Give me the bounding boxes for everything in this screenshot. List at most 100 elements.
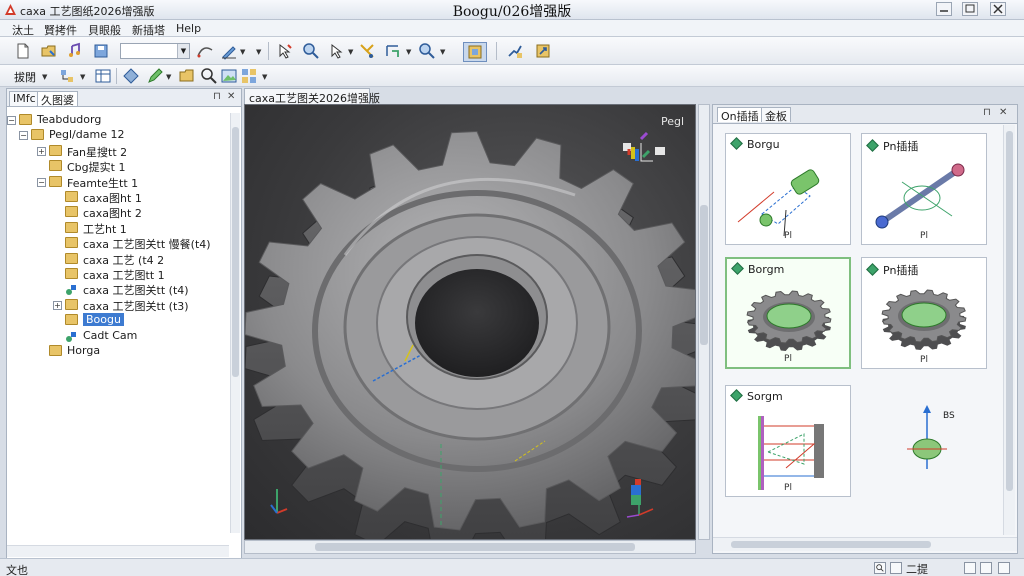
diamond-icon[interactable] — [122, 67, 140, 85]
tree-item-label: Cbg提实t 1 — [67, 161, 126, 175]
expand-icon[interactable]: + — [53, 300, 62, 310]
collapse-icon[interactable]: − — [7, 116, 16, 125]
scrollbar-thumb[interactable] — [700, 205, 708, 345]
layout-toggle-button[interactable] — [463, 42, 487, 62]
minus-box[interactable] — [964, 562, 976, 574]
tab-tree[interactable]: IMfc — [9, 91, 40, 106]
edit-tool-icon[interactable] — [220, 42, 238, 60]
curve-tool-icon[interactable] — [196, 42, 214, 60]
chevron-down-icon[interactable]: ▼ — [406, 48, 411, 56]
card-caption: Pl — [920, 231, 928, 241]
close-icon[interactable]: ✕ — [999, 107, 1007, 118]
minimize-button[interactable] — [936, 2, 952, 16]
view-cube-icon[interactable] — [617, 127, 677, 177]
tree-item-label: Pegl/dame 12 — [49, 128, 125, 142]
toolbar-divider — [268, 42, 269, 60]
open-file-icon[interactable] — [40, 42, 58, 60]
menu-item-2[interactable]: 賢拷件 — [44, 22, 77, 38]
pointer-icon[interactable] — [276, 42, 294, 60]
chevron-down-icon[interactable]: ▼ — [256, 48, 261, 56]
library-card[interactable]: Borgm Pl — [725, 257, 851, 369]
gallery-vertical-scrollbar[interactable] — [1003, 125, 1015, 535]
new-file-icon[interactable] — [14, 42, 32, 60]
image-icon[interactable] — [220, 67, 238, 85]
search-icon[interactable] — [418, 42, 436, 60]
scrollbar-thumb[interactable] — [315, 543, 635, 551]
pencil-icon[interactable] — [146, 67, 164, 85]
card-annotation: BS — [943, 411, 955, 421]
viewport-tab[interactable]: caxa工艺图关2026增强版 — [244, 88, 380, 105]
tree-vertical-scrollbar[interactable] — [230, 113, 240, 533]
library-card[interactable]: Pn插插 Pl — [861, 257, 987, 369]
viewport-vertical-scrollbar[interactable] — [698, 104, 710, 540]
menu-item-help[interactable]: Help — [176, 22, 201, 35]
toggle-box[interactable] — [890, 562, 902, 574]
library-card[interactable]: BS — [861, 385, 987, 497]
tree-item-label: caxa 工艺图关tt (t3) — [83, 299, 189, 313]
tab-templates[interactable]: 金板 — [761, 107, 791, 123]
tab-drawings[interactable]: 久图婆 — [37, 91, 78, 107]
music-note-icon[interactable] — [66, 42, 84, 60]
toolbar-divider — [116, 68, 117, 84]
scrollbar-thumb[interactable] — [731, 541, 931, 548]
scrollbar-thumb[interactable] — [1006, 131, 1013, 491]
export-tool-icon[interactable] — [534, 42, 552, 60]
tree-item-label: Boogu — [83, 313, 124, 327]
magnify-icon[interactable] — [200, 67, 218, 85]
card-title-text: Borgu — [747, 138, 780, 151]
dimension-tool-icon[interactable] — [384, 42, 402, 60]
gem-icon — [866, 263, 879, 276]
library-card[interactable]: Borgu Pl — [725, 133, 851, 245]
library-card[interactable]: Pn插插 Pl — [861, 133, 987, 245]
project-tree: − Teabdudorg − Pegl/dame 12 + Fan星搜tt 2 Cbg提实t… — [7, 113, 229, 533]
table-icon[interactable] — [94, 67, 112, 85]
fit-box[interactable] — [980, 562, 992, 574]
tab-library[interactable]: On插插 — [717, 107, 763, 123]
chevron-down-icon[interactable]: ▼ — [80, 73, 85, 81]
chevron-down-icon[interactable]: ▼ — [440, 48, 445, 56]
tree-item-label: Fan星搜tt 2 — [67, 145, 128, 159]
connect-tool-icon[interactable] — [506, 42, 524, 60]
menu-item-1[interactable]: 汰土 — [12, 22, 34, 38]
pin-icon[interactable]: ⊓ — [213, 91, 221, 102]
menu-item-3[interactable]: 貝眼般 — [88, 22, 121, 38]
chevron-down-icon[interactable]: ▼ — [262, 73, 267, 81]
collapse-icon[interactable]: − — [37, 177, 46, 187]
collapse-icon[interactable]: − — [19, 131, 28, 141]
viewport-horizontal-scrollbar[interactable] — [244, 540, 696, 554]
maximize-box[interactable] — [998, 562, 1010, 574]
zoom-icon[interactable] — [302, 42, 320, 60]
tree-item-label: 工艺ht 1 — [83, 222, 127, 236]
gem-icon — [731, 262, 744, 275]
mode-label[interactable]: 拔閉 — [14, 69, 36, 85]
folder-export-icon[interactable] — [178, 67, 196, 85]
gallery-horizontal-scrollbar[interactable] — [713, 537, 1017, 551]
library-card[interactable]: Sorgm Pl — [725, 385, 851, 497]
gear-bore — [415, 269, 539, 377]
save-icon[interactable] — [92, 42, 110, 60]
zoom-icon[interactable] — [874, 562, 886, 574]
card-caption: Pl — [784, 354, 792, 364]
tree-horizontal-scrollbar[interactable] — [7, 545, 229, 557]
trim-tool-icon[interactable] — [358, 42, 376, 60]
3d-viewport[interactable]: Pegl — [244, 104, 696, 540]
maximize-button[interactable] — [962, 2, 978, 16]
grid-icon[interactable] — [240, 67, 258, 85]
right-panel-tabs: On插插 金板 ⊓ ✕ — [713, 105, 1017, 124]
chevron-down-icon[interactable]: ▼ — [177, 44, 189, 58]
close-icon[interactable]: ✕ — [227, 91, 235, 102]
tree-item-label: Cadt Cam — [83, 328, 138, 342]
select-arrow-icon[interactable] — [328, 42, 346, 60]
menu-item-4[interactable]: 新插塔 — [132, 22, 165, 38]
layer-combo[interactable]: ▼ — [120, 43, 190, 59]
close-button[interactable] — [990, 2, 1006, 16]
scrollbar-thumb[interactable] — [232, 127, 239, 377]
expand-icon[interactable]: + — [37, 146, 46, 156]
chevron-down-icon[interactable]: ▼ — [166, 73, 171, 81]
structure-icon[interactable] — [58, 67, 76, 85]
chevron-down-icon[interactable]: ▼ — [240, 48, 245, 56]
chevron-down-icon[interactable]: ▼ — [42, 73, 47, 81]
pin-icon[interactable]: ⊓ — [983, 107, 991, 118]
folder-icon — [65, 191, 78, 202]
chevron-down-icon[interactable]: ▼ — [348, 48, 353, 56]
